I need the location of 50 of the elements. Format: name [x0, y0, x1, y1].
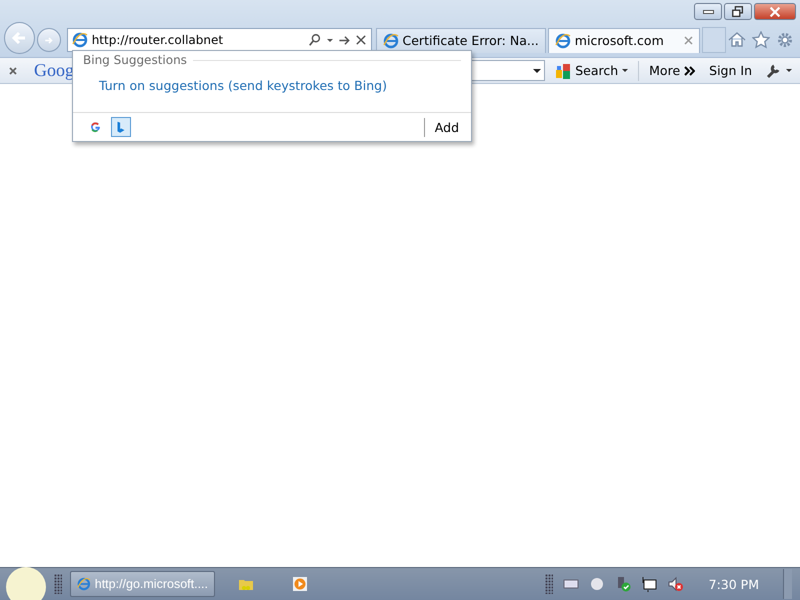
browser-icon: [554, 32, 571, 48]
search-icon: [308, 33, 322, 47]
restore-icon: [731, 4, 745, 18]
sign-in-button[interactable]: Sign In: [705, 63, 756, 78]
double-chevron-icon: [684, 66, 696, 76]
search-provider-button[interactable]: [111, 117, 131, 137]
address-field[interactable]: http://router.collabnet: [92, 33, 304, 47]
start-button[interactable]: [6, 567, 46, 600]
star-icon[interactable]: [752, 31, 770, 49]
close-icon[interactable]: [354, 34, 367, 46]
taskbar-grip[interactable]: [544, 574, 553, 594]
add-button[interactable]: Add: [424, 118, 459, 136]
browser-icon: [77, 576, 91, 592]
tab-title: microsoft.com: [574, 33, 664, 48]
close-icon: [768, 4, 782, 18]
browser-icon: [72, 32, 88, 48]
show-desktop-button[interactable]: [783, 569, 792, 599]
taskbar-grip[interactable]: [54, 574, 62, 594]
left-arrow-icon: [11, 30, 28, 46]
minimize-button[interactable]: [694, 3, 722, 20]
browser-tab[interactable]: microsoft.com: [548, 28, 700, 52]
minimize-icon: [702, 10, 714, 14]
taskbar-label: http://go.microsoft....: [94, 577, 208, 591]
settings-icon[interactable]: [776, 31, 794, 49]
speaker-muted-icon[interactable]: [666, 576, 683, 592]
search-squares-icon: [555, 62, 572, 78]
google-g-icon: [88, 120, 102, 134]
back-button[interactable]: [4, 22, 35, 54]
restore-button[interactable]: [724, 3, 752, 20]
home-icon[interactable]: [728, 31, 746, 49]
browser-icon: [382, 32, 399, 48]
caret-icon: [786, 69, 792, 72]
caret-icon: [533, 68, 542, 72]
more-button[interactable]: More: [645, 63, 700, 78]
network-icon[interactable]: [640, 576, 657, 592]
tab-close-icon[interactable]: [684, 36, 693, 45]
browser-tab[interactable]: Certificate Error: Na...: [376, 28, 546, 52]
turn-on-suggestions-link[interactable]: Turn on suggestions (send keystrokes to Bing): [73, 69, 471, 102]
suggestions-heading: Bing Suggestions: [83, 53, 187, 67]
wrench-icon: [766, 62, 782, 78]
address-bar[interactable]: http://router.collabnet: [66, 28, 372, 52]
close-icon: [8, 66, 18, 76]
go-arrow-icon[interactable]: [338, 34, 351, 46]
caret-icon: [326, 38, 334, 42]
caret-icon: [622, 69, 628, 72]
search-button[interactable]: Search: [551, 62, 632, 78]
media-player-icon: [292, 576, 308, 592]
close-button[interactable]: [754, 3, 796, 20]
tab-title: Certificate Error: Na...: [402, 33, 539, 48]
forward-button[interactable]: [36, 28, 61, 52]
